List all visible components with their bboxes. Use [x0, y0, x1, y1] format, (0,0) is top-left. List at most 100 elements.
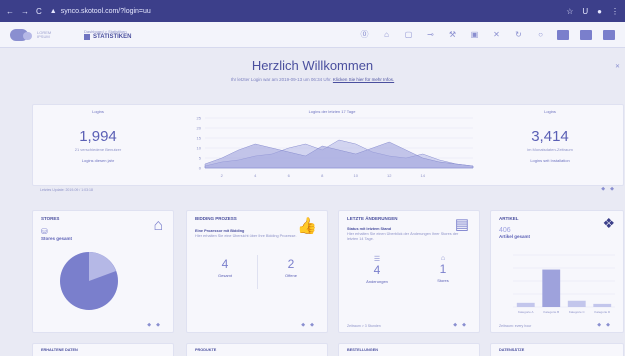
datasets-title: DATENSÄTZE: [499, 348, 525, 352]
bar-category-label: Kategorie B: [543, 310, 559, 314]
chat-icon[interactable]: [557, 29, 569, 40]
stores-title: STORES: [41, 216, 60, 221]
x-tick-label: 8: [321, 173, 324, 178]
bidding-open-label: Offene: [285, 273, 297, 278]
changes-controls[interactable]: ◆◆: [453, 322, 471, 328]
address-bar[interactable]: ▲ synco.skotool.com/?login=uu: [50, 8, 151, 15]
menu-icon[interactable]: ⋮: [611, 7, 619, 16]
star-icon[interactable]: ☆: [566, 7, 573, 16]
bidding-line2: Hier erhalten Sie eine Übersicht über Ih…: [195, 234, 297, 238]
last-login-text: Ihr letzter Login war am 2019-09-13 um 0…: [0, 77, 625, 82]
welcome-title: Herzlich Willkommen: [251, 58, 374, 73]
list-icon: ☰: [373, 256, 381, 263]
logo-mark: [10, 28, 32, 41]
refresh-icon[interactable]: ↻: [513, 30, 524, 39]
changes-title: LETZTE ÄNDERUNGEN: [347, 216, 398, 221]
articles-value: 406: [499, 227, 511, 234]
logins-caption: 21 verschiedene Benutzer: [74, 147, 122, 152]
bar: [542, 269, 561, 307]
y-tick-label: 20: [197, 126, 202, 131]
stores-count-label: Stores gesamt: [41, 236, 73, 241]
received-data-title: ERHALTENE DATEN: [41, 348, 78, 352]
articles-value-label: Artikel gesamt: [499, 234, 531, 239]
breadcrumb: Dashboard > Statistiken STATISTIKEN: [84, 29, 131, 40]
thumbs-up-icon: 👍: [297, 218, 317, 235]
bar: [567, 300, 586, 307]
total-logins-footer[interactable]: Logins seit Installation: [495, 158, 605, 163]
changes-line1: Status mit letztem Stand: [347, 227, 392, 231]
last-login: Ihr letzter Login war am 2019-09-13 um 0…: [230, 77, 332, 82]
y-tick-label: 25: [197, 116, 202, 121]
home-small-icon: ⌂: [440, 255, 446, 262]
lock-icon: ▲: [49, 7, 57, 15]
stores-card: STORES ⌂ ⛁ Stores gesamt ◆◆: [32, 210, 174, 333]
bidding-open-value: 2: [287, 257, 295, 271]
area-chart: 0 5 10 15 20 25 2 4 6 8 10 12 14: [197, 116, 474, 178]
document-icon[interactable]: ▣: [469, 30, 480, 39]
notifications-icon[interactable]: [580, 29, 592, 40]
products-title: PRODUKTE: [195, 348, 217, 352]
logout-icon[interactable]: [603, 29, 615, 40]
url-text[interactable]: synco.skotool.com/?login=uu: [61, 8, 151, 15]
changes-stores-value: 1: [439, 262, 447, 276]
store-small-icon: ⛁: [41, 227, 48, 236]
changes-total: ☰ 4 Änderungen: [347, 255, 407, 284]
products-card: PRODUKTE: [186, 343, 328, 356]
x-tick-label: 14: [421, 173, 426, 178]
link-icon[interactable]: ⊸: [425, 30, 436, 39]
x-tick-label: 10: [354, 173, 359, 178]
articles-footer: Zeitraum: every hour: [499, 324, 532, 328]
articles-controls[interactable]: ◆◆: [597, 322, 615, 328]
bar-category-label: Kategorie A: [518, 310, 534, 314]
calendar-icon[interactable]: ▢: [403, 30, 414, 39]
profile-icon[interactable]: ●: [597, 7, 602, 16]
articles-bar-chart: Kategorie A Kategorie B Kategorie C Kategor…: [513, 254, 615, 314]
bar: [516, 302, 535, 307]
y-tick-label: 10: [197, 146, 202, 151]
tools-icon[interactable]: ⚒: [447, 30, 458, 39]
home-icon[interactable]: ⌂: [381, 30, 392, 39]
logins-chart: Logins der letzten 17 Tage 0 5 10 15 20 25 2 4 6…: [183, 109, 481, 181]
received-data-card: ERHALTENE DATEN: [32, 343, 174, 356]
bidding-total-value: 4: [221, 257, 229, 271]
logins-footer[interactable]: Logins diesen jahr: [43, 158, 153, 163]
x-tick-label: 2: [221, 173, 224, 178]
logins-stat: Logins 1,994 21 verschiedene Benutzer Lo…: [43, 109, 153, 163]
toolbar: ⓪ ⌂ ▢ ⊸ ⚒ ▣ ✕ ↻ ○: [359, 29, 615, 40]
bidding-total-label: Gesamt: [217, 273, 232, 278]
x-tick-label: 4: [254, 173, 257, 178]
extension-icon[interactable]: U: [582, 7, 588, 16]
changes-card: LETZTE ÄNDERUNGEN ▤ Status mit letztem S…: [338, 210, 480, 333]
articles-card: ARTIKEL ❖ 406 Artikel gesamt Kategorie A…: [490, 210, 624, 333]
welcome-section: Herzlich Willkommen Ihr letzter Login wa…: [0, 58, 625, 82]
close-icon[interactable]: ✕: [615, 63, 620, 70]
changes-value: 4: [373, 263, 381, 277]
stores-pie-chart: [60, 252, 118, 310]
changes-line2: Hier erhalten Sie einen Überblick der Än…: [347, 232, 459, 241]
total-logins-caption: im Monatsdaten-Zeitraum: [527, 147, 573, 152]
settings-icon[interactable]: ✕: [491, 30, 502, 39]
articles-title: ARTIKEL: [499, 216, 519, 221]
page-title-text: STATISTIKEN: [93, 34, 132, 40]
page-title: STATISTIKEN: [84, 34, 131, 40]
reload-icon[interactable]: C: [36, 7, 42, 16]
bar-category-label: Kategorie C: [569, 310, 586, 314]
cubes-icon: ❖: [602, 215, 615, 231]
divider: [257, 255, 258, 289]
help-icon[interactable]: ⓪: [359, 29, 370, 40]
changes-info: Status mit letztem Stand Hier erhalten S…: [347, 227, 459, 242]
logins-value: 1,994: [79, 128, 117, 145]
more-info-link[interactable]: Klicken Sie hier für mehr Infos.: [333, 77, 394, 82]
search-icon[interactable]: ○: [535, 30, 546, 39]
bar: [593, 303, 612, 307]
back-icon[interactable]: ←: [6, 7, 14, 16]
logo[interactable]: LOREM IPSUM: [10, 27, 70, 43]
stores-controls[interactable]: ◆◆: [147, 322, 165, 328]
browser-chrome: ← → C ▲ synco.skotool.com/?login=uu ☆ U …: [0, 0, 625, 22]
panel-controls[interactable]: ◆◆: [601, 186, 619, 192]
forward-icon[interactable]: →: [21, 7, 29, 16]
bidding-total: 4 Gesamt: [195, 257, 255, 278]
page-title-icon: [84, 34, 90, 40]
bidding-controls[interactable]: ◆◆: [301, 322, 319, 328]
total-logins-label: Logins: [544, 109, 556, 114]
